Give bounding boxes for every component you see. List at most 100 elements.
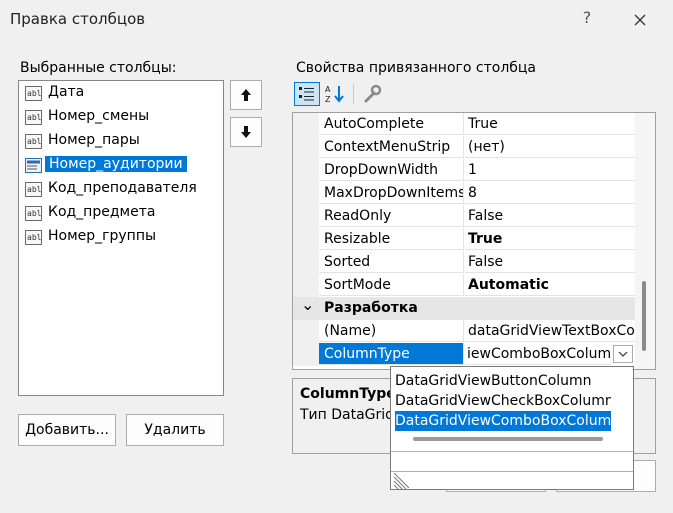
property-value[interactable]: True <box>465 228 635 250</box>
row-margin <box>293 205 319 228</box>
property-value[interactable]: 1 <box>465 159 635 181</box>
property-name: AutoComplete <box>319 113 464 135</box>
property-name: ColumnType <box>319 343 464 365</box>
window-title: Правка столбцов <box>10 10 146 28</box>
arrow-down-icon <box>241 126 251 138</box>
close-icon <box>634 14 646 26</box>
alphabetical-view-button[interactable]: A Z <box>322 82 348 106</box>
remove-button[interactable]: Удалить <box>126 414 224 446</box>
move-up-button[interactable] <box>230 80 262 110</box>
row-margin <box>293 320 319 343</box>
property-row[interactable]: ReadOnly False <box>293 205 635 228</box>
property-name: SortMode <box>319 274 464 296</box>
property-name: ReadOnly <box>319 205 464 227</box>
textbox-column-icon <box>25 230 42 245</box>
textbox-column-icon <box>25 206 42 221</box>
column-type-value[interactable]: iewComboBoxColumn <box>465 343 611 365</box>
property-value[interactable]: (нет) <box>465 136 635 158</box>
categorized-view-button[interactable] <box>294 82 320 106</box>
description-title: ColumnType <box>300 386 396 402</box>
toolbar-separator <box>353 84 354 104</box>
list-item-label: Код_предмета <box>48 204 156 220</box>
property-row[interactable]: ContextMenuStrip (нет) <box>293 136 635 159</box>
row-margin <box>293 136 319 159</box>
row-margin <box>293 228 319 251</box>
property-row[interactable]: DropDownWidth 1 <box>293 159 635 182</box>
column-type-dropdown-button[interactable] <box>613 345 633 363</box>
list-item-selected[interactable]: Номер_аудитории <box>21 155 221 177</box>
help-button[interactable]: ? <box>575 8 599 32</box>
property-grid-scrollbar[interactable] <box>635 113 655 369</box>
move-down-button[interactable] <box>230 117 262 147</box>
resize-grip-icon[interactable] <box>393 472 410 490</box>
property-name: (Name) <box>319 320 464 342</box>
property-row[interactable]: AutoComplete True <box>293 113 635 136</box>
property-value[interactable]: False <box>465 205 635 227</box>
property-value[interactable]: 8 <box>465 182 635 204</box>
chevron-down-icon <box>618 351 628 357</box>
property-row[interactable]: SortMode Automatic <box>293 274 635 297</box>
columns-list[interactable]: Дата Номер_смены Номер_пары Номер_аудито… <box>18 80 224 396</box>
categorized-icon <box>299 87 314 101</box>
column-type-dropdown[interactable]: DataGridViewButtonColumn DataGridViewChe… <box>390 366 634 490</box>
svg-text:Z: Z <box>325 95 331 104</box>
property-row[interactable]: (Name) dataGridViewTextBoxColu <box>293 320 635 343</box>
description-text: Тип DataGrid <box>300 407 395 423</box>
list-item[interactable]: Номер_группы <box>21 227 221 249</box>
dropdown-option[interactable]: DataGridViewCheckBoxColumn <box>395 391 611 411</box>
property-row[interactable]: Sorted False <box>293 251 635 274</box>
property-row-selected[interactable]: ColumnType iewComboBoxColumn <box>293 343 635 366</box>
textbox-column-icon <box>25 182 42 197</box>
row-margin <box>293 113 319 136</box>
row-margin <box>293 251 319 274</box>
close-button[interactable] <box>626 6 654 34</box>
dropdown-divider <box>391 471 633 472</box>
selected-columns-label: Выбранные столбцы: <box>20 60 177 76</box>
collapse-chevron-icon[interactable]: ⌄ <box>301 293 314 316</box>
list-item-label: Дата <box>48 84 85 100</box>
list-item-label: Номер_смены <box>48 108 150 124</box>
row-margin <box>293 182 319 205</box>
property-value[interactable]: dataGridViewTextBoxColu <box>465 320 635 342</box>
combobox-column-icon <box>25 158 42 173</box>
list-item[interactable]: Код_преподавателя <box>21 179 221 201</box>
property-row[interactable]: MaxDropDownItems 8 <box>293 182 635 205</box>
sort-az-icon: A Z <box>325 85 344 104</box>
scrollbar-thumb[interactable] <box>642 281 646 351</box>
row-margin <box>293 159 319 182</box>
row-margin <box>293 343 319 366</box>
dropdown-hscroll-thumb[interactable] <box>413 437 603 441</box>
list-item[interactable]: Номер_смены <box>21 107 221 129</box>
textbox-column-icon <box>25 134 42 149</box>
category-label: Разработка <box>324 300 418 316</box>
textbox-column-icon <box>25 110 42 125</box>
property-name: Sorted <box>319 251 464 273</box>
property-pages-button[interactable] <box>360 82 386 106</box>
property-row[interactable]: Resizable True <box>293 228 635 251</box>
list-item[interactable]: Дата <box>21 83 221 105</box>
property-value[interactable]: True <box>465 113 635 135</box>
textbox-column-icon <box>25 86 42 101</box>
property-grid[interactable]: AutoComplete True ContextMenuStrip (нет)… <box>292 112 656 370</box>
add-button[interactable]: Добавить... <box>18 414 116 446</box>
property-value[interactable]: Automatic <box>465 274 635 296</box>
list-item-label: Номер_аудитории <box>45 156 187 172</box>
property-name: MaxDropDownItems <box>319 182 464 204</box>
list-item[interactable]: Номер_пары <box>21 131 221 153</box>
property-name: Resizable <box>319 228 464 250</box>
category-row-design[interactable]: ⌄ Разработка <box>293 295 635 320</box>
dropdown-option[interactable]: DataGridViewButtonColumn <box>395 371 611 391</box>
property-name: ContextMenuStrip <box>319 136 464 158</box>
list-item-label: Код_преподавателя <box>48 180 197 196</box>
svg-text:A: A <box>325 85 331 94</box>
arrow-up-icon <box>241 89 251 101</box>
dropdown-divider <box>391 451 633 452</box>
property-value[interactable]: False <box>465 251 635 273</box>
bound-column-properties-label: Свойства привязанного столбца <box>296 60 537 76</box>
wrench-icon <box>364 84 382 103</box>
list-item-label: Номер_пары <box>48 132 140 148</box>
property-name: DropDownWidth <box>319 159 464 181</box>
list-item-label: Номер_группы <box>48 228 157 244</box>
dropdown-option-selected[interactable]: DataGridViewComboBoxColumn <box>395 411 611 431</box>
list-item[interactable]: Код_предмета <box>21 203 221 225</box>
